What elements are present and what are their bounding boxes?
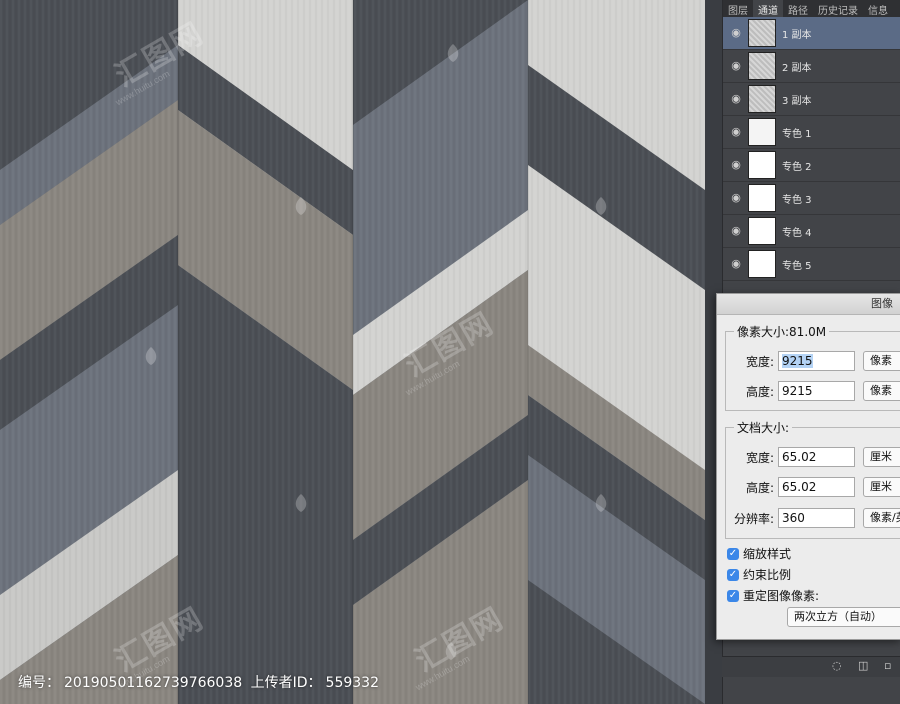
checkbox-check-icon: ✓: [727, 547, 739, 560]
tab-layers[interactable]: 图层: [723, 0, 753, 17]
channel-row[interactable]: ◉ 专色 2: [723, 149, 900, 182]
channel-thumbnail: [748, 184, 776, 212]
visibility-eye-icon[interactable]: ◉: [729, 59, 743, 73]
channel-row[interactable]: ◉ 2 副本: [723, 50, 900, 83]
pixel-height-unit-select[interactable]: 像素: [863, 381, 900, 401]
visibility-eye-icon[interactable]: ◉: [729, 92, 743, 106]
id-label: 编号：: [18, 675, 60, 691]
doc-width-unit-select[interactable]: 厘米: [863, 447, 900, 467]
constrain-proportions-checkbox[interactable]: ✓ 约束比例: [727, 566, 791, 583]
doc-width-input[interactable]: 65.02: [778, 447, 855, 467]
uploader-value: 559332: [325, 675, 379, 691]
resample-method-select[interactable]: 两次立方（自动）: [787, 607, 900, 627]
visibility-eye-icon[interactable]: ◉: [729, 26, 743, 40]
checkbox-check-icon: ✓: [727, 589, 739, 602]
document-size-title: 文档大小:: [734, 419, 793, 436]
channel-thumbnail: [748, 52, 776, 80]
visibility-eye-icon[interactable]: ◉: [729, 224, 743, 238]
resolution-label: 分辨率:: [733, 511, 774, 526]
document-size-group: 文档大小: 宽度: 65.02 厘米 高度: 65.02 厘米 分辨率: 360…: [725, 419, 900, 539]
tab-info[interactable]: 信息: [863, 0, 893, 17]
resample-image-checkbox[interactable]: ✓ 重定图像像素:: [727, 587, 819, 604]
channel-label: 专色 1: [782, 128, 812, 140]
doc-height-input[interactable]: 65.02: [778, 477, 855, 497]
visibility-eye-icon[interactable]: ◉: [729, 158, 743, 172]
chevron-wood-pattern: [0, 0, 705, 704]
tab-history[interactable]: 历史记录: [813, 0, 863, 17]
channel-thumbnail: [748, 217, 776, 245]
channel-label: 专色 4: [782, 227, 812, 239]
width-label: 宽度:: [745, 354, 774, 369]
panel-tabs: 图层 通道 路径 历史记录 信息: [723, 0, 900, 18]
channel-label: 专色 5: [782, 260, 812, 272]
height-label: 高度:: [745, 384, 774, 399]
resolution-input[interactable]: 360: [778, 508, 855, 528]
channel-row[interactable]: ◉ 1 副本: [723, 17, 900, 50]
channel-row[interactable]: ◉ 专色 1: [723, 116, 900, 149]
pixel-width-unit-select[interactable]: 像素: [863, 351, 900, 371]
scale-styles-checkbox[interactable]: ✓ 缩放样式: [727, 545, 791, 562]
image-info-footer: 编号： 20190501162739766038 上传者ID： 559332: [18, 672, 383, 692]
tab-channels[interactable]: 通道: [753, 0, 783, 17]
channel-row[interactable]: ◉ 专色 5: [723, 248, 900, 281]
channel-label: 专色 2: [782, 161, 812, 173]
dialog-title: 图像: [717, 294, 900, 315]
new-channel-icon[interactable]: ▫: [884, 659, 891, 672]
doc-height-label: 高度:: [745, 480, 774, 495]
id-value: 20190501162739766038: [64, 675, 243, 691]
resolution-unit-select[interactable]: 像素/英寸: [863, 508, 900, 528]
pixel-height-input[interactable]: 9215: [778, 381, 855, 401]
save-selection-icon[interactable]: ◫: [858, 659, 868, 672]
tab-paths[interactable]: 路径: [783, 0, 813, 17]
panel-bottom-bar: ◌ ◫ ▫: [722, 656, 900, 677]
channel-label: 1 副本: [782, 29, 812, 41]
pixel-dimensions-title: 像素大小:81.0M: [734, 323, 830, 340]
channel-row[interactable]: ◉ 专色 3: [723, 182, 900, 215]
channel-label: 2 副本: [782, 62, 812, 74]
visibility-eye-icon[interactable]: ◉: [729, 191, 743, 205]
visibility-eye-icon[interactable]: ◉: [729, 257, 743, 271]
uploader-label: 上传者ID：: [250, 675, 322, 691]
image-size-dialog: 图像 像素大小:81.0M 宽度: 9215 像素 高度: 9215 像素 文档…: [716, 293, 900, 640]
channel-thumbnail: [748, 118, 776, 146]
checkbox-check-icon: ✓: [727, 568, 739, 581]
visibility-eye-icon[interactable]: ◉: [729, 125, 743, 139]
channel-thumbnail: [748, 250, 776, 278]
image-canvas: 汇图网 www.huitu.com 汇图网 www.huitu.com 汇图网 www…: [0, 0, 705, 704]
channel-thumbnail: [748, 151, 776, 179]
channel-label: 3 副本: [782, 95, 812, 107]
load-selection-icon[interactable]: ◌: [832, 659, 842, 672]
channel-thumbnail: [748, 19, 776, 47]
channel-row[interactable]: ◉ 3 副本: [723, 83, 900, 116]
channel-thumbnail: [748, 85, 776, 113]
pixel-dimensions-group: 像素大小:81.0M 宽度: 9215 像素 高度: 9215 像素: [725, 323, 900, 411]
pixel-width-input[interactable]: 9215: [778, 351, 855, 371]
channel-label: 专色 3: [782, 194, 812, 206]
doc-height-unit-select[interactable]: 厘米: [863, 477, 900, 497]
doc-width-label: 宽度:: [745, 450, 774, 465]
channel-row[interactable]: ◉ 专色 4: [723, 215, 900, 248]
